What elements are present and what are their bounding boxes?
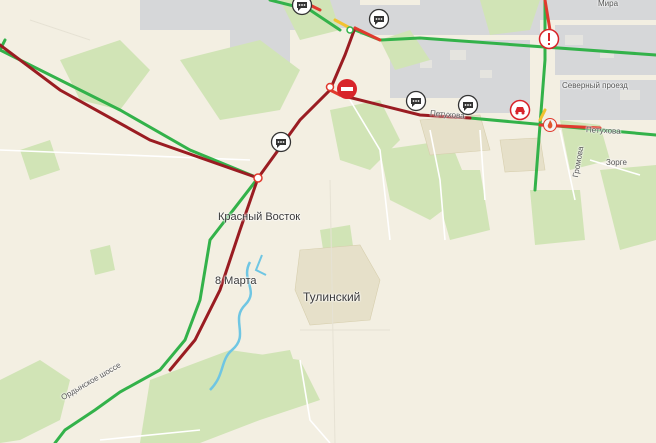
junction-marker bbox=[346, 26, 354, 34]
road-closed-icon[interactable] bbox=[336, 78, 358, 100]
stream bbox=[254, 254, 267, 276]
chat-bubble-icon[interactable] bbox=[457, 94, 479, 116]
street-label-severny-proezd: Северный проезд bbox=[562, 81, 628, 90]
place-label-8-marta: 8 Марта bbox=[215, 275, 257, 287]
warning-icon[interactable] bbox=[538, 28, 560, 50]
place-label-tulinsky: Тулинский bbox=[303, 290, 361, 304]
chat-bubble-icon[interactable] bbox=[405, 90, 427, 112]
place-label-krasny-vostok: Красный Восток bbox=[218, 211, 301, 223]
traffic-map[interactable]: Красный Восток 8 Марта Тулинский Северны… bbox=[0, 0, 656, 443]
chat-bubble-icon[interactable] bbox=[368, 8, 390, 30]
chat-bubble-icon[interactable] bbox=[291, 0, 313, 16]
junction-marker bbox=[325, 82, 335, 92]
accident-icon[interactable] bbox=[509, 99, 531, 121]
chat-bubble-icon[interactable] bbox=[270, 131, 292, 153]
fire-icon[interactable] bbox=[543, 118, 557, 132]
street-label-zorge: Зорге bbox=[606, 158, 627, 167]
junction-marker bbox=[253, 173, 263, 183]
street-label-mira: Мира bbox=[598, 0, 619, 8]
